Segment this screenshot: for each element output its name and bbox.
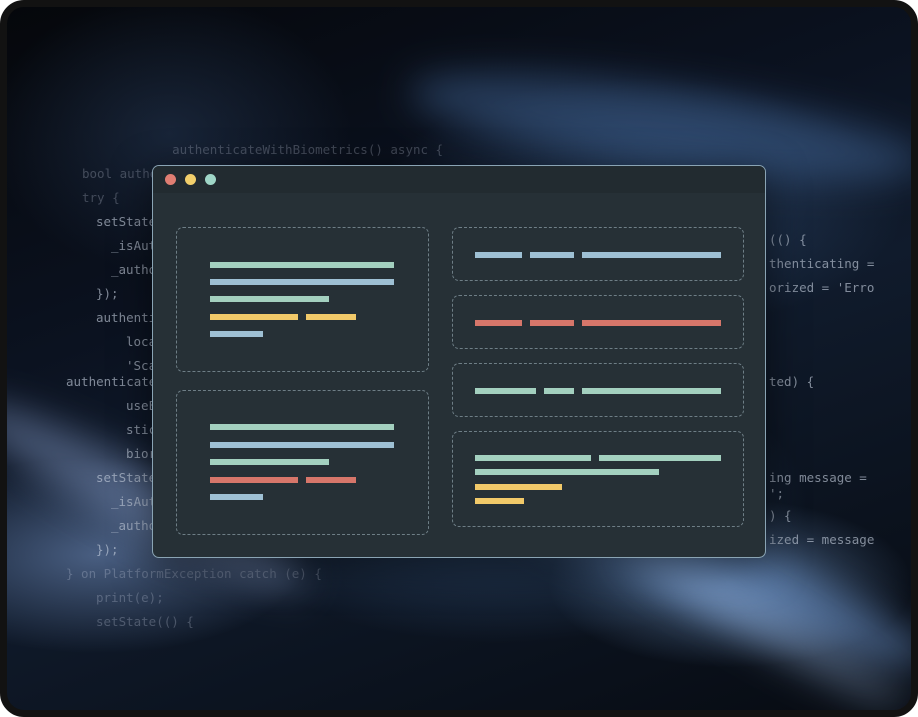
code-bar: [599, 455, 721, 461]
code-line: _autho: [111, 518, 157, 533]
code-bar: [475, 252, 522, 258]
code-line: ';: [769, 486, 785, 501]
code-bar: [544, 388, 574, 394]
code-line: orized = 'Erro: [769, 280, 875, 295]
code-line: });: [96, 286, 119, 301]
code-line: (() {: [769, 232, 807, 247]
code-bar: [475, 388, 536, 394]
code-bar: [210, 279, 394, 285]
code-line: authenticateWithBiometrics() async {: [127, 142, 444, 157]
code-bar: [306, 314, 356, 320]
right-panel-2: [452, 295, 744, 349]
code-bar: [210, 494, 263, 500]
code-line: setState(() {: [96, 614, 194, 629]
code-line: _isAut: [111, 494, 157, 509]
code-bar: [475, 455, 591, 461]
right-panel-1: [452, 227, 744, 281]
editor-window: [152, 165, 766, 558]
code-line: _autho: [111, 262, 157, 277]
left-top-panel: [176, 227, 429, 372]
code-bar: [475, 469, 659, 475]
right-panel-3: [452, 363, 744, 417]
code-bar: [530, 252, 574, 258]
code-line: ted) {: [769, 374, 815, 389]
code-line: ) {: [769, 508, 792, 523]
code-bar: [210, 424, 394, 430]
code-bar: [475, 484, 562, 490]
code-line: setState: [96, 470, 157, 485]
code-line: ized = message: [769, 532, 875, 547]
code-bar: [475, 320, 522, 326]
code-bar: [475, 498, 524, 504]
code-bar: [530, 320, 574, 326]
code-bar: [210, 442, 394, 448]
code-line: ing message =: [769, 470, 867, 485]
code-bar: [210, 296, 329, 302]
code-line: try {: [82, 190, 120, 205]
screen-frame: authenticateWithBiometrics() async { boo…: [0, 0, 918, 717]
code-line: bool authe: [82, 166, 158, 181]
code-bar: [210, 331, 263, 337]
code-bar: [306, 477, 356, 483]
window-titlebar[interactable]: [153, 166, 765, 193]
code-line: } on PlatformException catch (e) {: [66, 566, 322, 581]
code-line: authenti: [96, 310, 157, 325]
code-line: thenticating =: [769, 256, 875, 271]
code-bar: [582, 388, 721, 394]
code-bar: [210, 314, 298, 320]
left-bottom-panel: [176, 390, 429, 535]
code-line: _isAut: [111, 238, 157, 253]
code-line: });: [96, 542, 119, 557]
code-bar: [582, 252, 721, 258]
minimize-dot-icon[interactable]: [185, 174, 196, 185]
code-bar: [210, 477, 298, 483]
code-bar: [210, 459, 329, 465]
code-line: setState: [96, 214, 157, 229]
close-dot-icon[interactable]: [165, 174, 176, 185]
code-line: print(e);: [96, 590, 164, 605]
maximize-dot-icon[interactable]: [205, 174, 216, 185]
code-bar: [582, 320, 721, 326]
right-panel-4: [452, 431, 744, 527]
code-line: authenticate: [66, 374, 157, 389]
code-bar: [210, 262, 394, 268]
